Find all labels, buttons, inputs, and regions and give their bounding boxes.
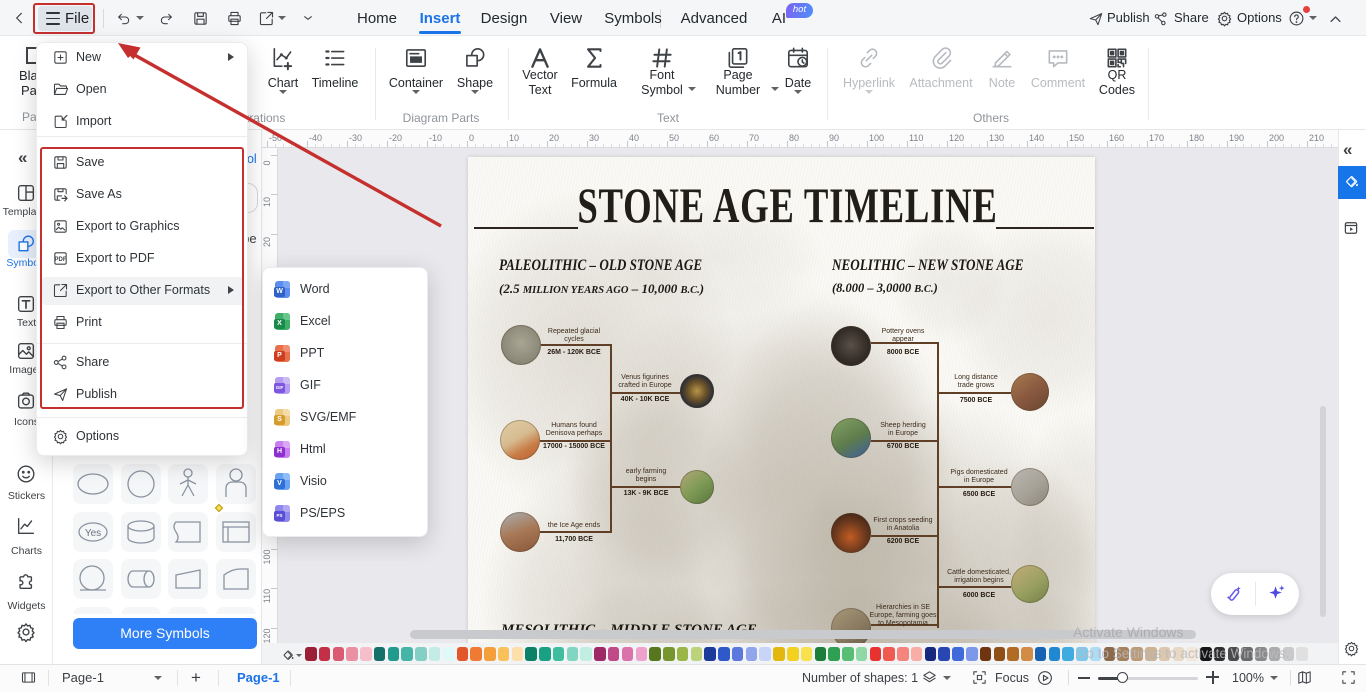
- svg-text:Yes: Yes: [85, 528, 101, 539]
